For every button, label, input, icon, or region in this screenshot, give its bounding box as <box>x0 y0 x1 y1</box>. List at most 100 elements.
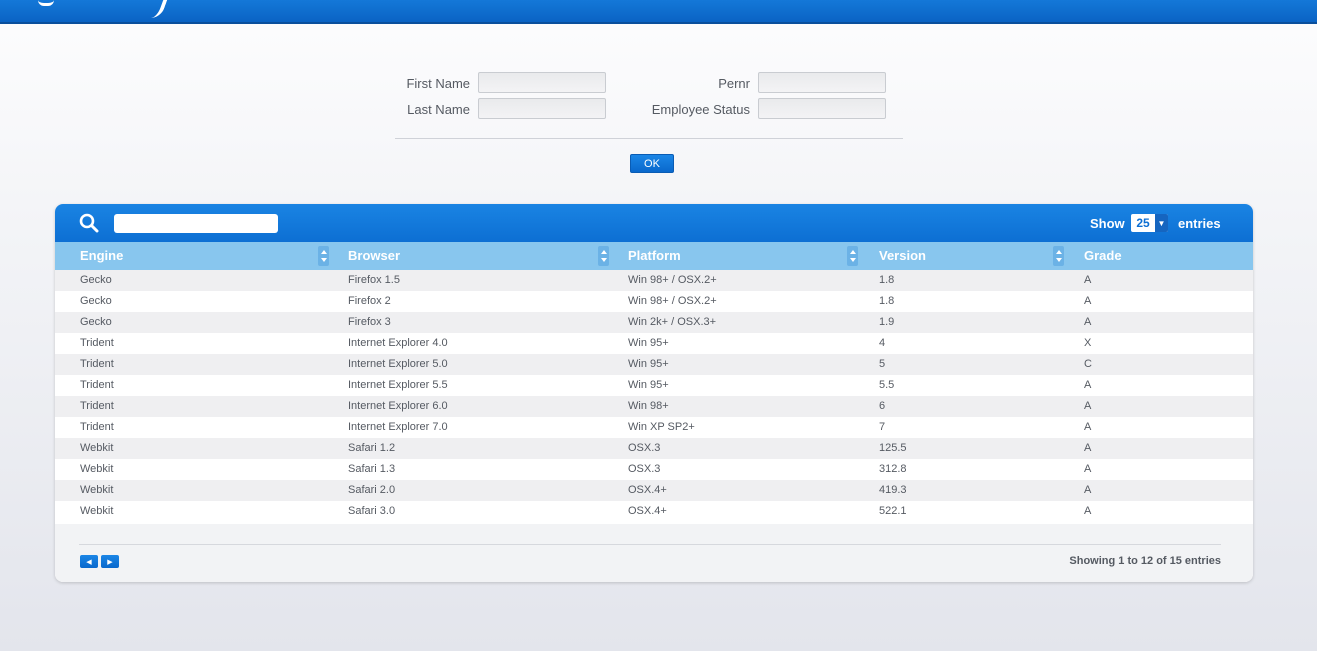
data-table-panel: Show 25 ▼ entries Engine Browser Platfor… <box>55 204 1253 582</box>
cell-browser: Internet Explorer 7.0 <box>348 421 448 433</box>
table-row[interactable]: Trident Internet Explorer 5.0 Win 95+ 5 C <box>55 354 1253 375</box>
cell-grade: A <box>1084 379 1092 391</box>
ok-button[interactable]: OK <box>630 154 674 173</box>
cell-version: 419.3 <box>879 484 907 496</box>
cell-engine: Webkit <box>80 505 114 517</box>
cell-grade: A <box>1084 463 1092 475</box>
cell-browser: Safari 2.0 <box>348 484 396 496</box>
cell-engine: Webkit <box>80 463 114 475</box>
cell-browser: Internet Explorer 4.0 <box>348 337 448 349</box>
cell-browser: Internet Explorer 5.0 <box>348 358 448 370</box>
employee-status-label: Employee Status <box>651 102 750 117</box>
cell-engine: Trident <box>80 421 114 433</box>
cell-engine: Gecko <box>80 295 112 307</box>
cell-browser: Safari 3.0 <box>348 505 396 517</box>
table-row[interactable]: Webkit Safari 1.2 OSX.3 125.5 A <box>55 438 1253 459</box>
cell-version: 6 <box>879 400 886 412</box>
cell-platform: Win 95+ <box>628 358 669 370</box>
cell-platform: OSX.3 <box>628 442 661 454</box>
logo-mark-stroke <box>146 0 168 18</box>
cell-platform: Win 2k+ / OSX.3+ <box>628 316 717 328</box>
cell-grade: A <box>1084 442 1092 454</box>
pernr-label: Pernr <box>718 76 750 91</box>
table-search-input[interactable] <box>114 214 278 233</box>
cell-engine: Trident <box>80 337 114 349</box>
cell-version: 1.8 <box>879 274 895 286</box>
cell-engine: Trident <box>80 358 114 370</box>
logo-mark <box>38 0 54 6</box>
table-info: Showing 1 to 12 of 15 entries <box>1069 555 1221 567</box>
cell-platform: Win 95+ <box>628 379 669 391</box>
column-header-browser[interactable]: Browser <box>348 242 400 270</box>
cell-platform: Win 98+ <box>628 400 669 412</box>
cell-engine: Webkit <box>80 442 114 454</box>
cell-browser: Internet Explorer 5.5 <box>348 379 448 391</box>
column-header-grade[interactable]: Grade <box>1084 242 1122 270</box>
cell-grade: A <box>1084 316 1092 328</box>
cell-browser: Firefox 3 <box>348 316 391 328</box>
footer-divider <box>79 544 1221 545</box>
sort-icon[interactable] <box>1053 246 1064 266</box>
cell-platform: Win 98+ / OSX.2+ <box>628 295 717 307</box>
last-name-field[interactable] <box>478 98 606 119</box>
table-body: Gecko Firefox 1.5 Win 98+ / OSX.2+ 1.8 A Geck… <box>55 270 1253 522</box>
column-header-version[interactable]: Version <box>879 242 926 270</box>
form-divider <box>395 138 903 139</box>
table-row[interactable]: Webkit Safari 3.0 OSX.4+ 522.1 A <box>55 501 1253 522</box>
sort-icon[interactable] <box>847 246 858 266</box>
table-row[interactable]: Trident Internet Explorer 5.5 Win 95+ 5.5 A <box>55 375 1253 396</box>
previous-page-icon[interactable]: ◀ <box>80 555 98 568</box>
table-row[interactable]: Trident Internet Explorer 6.0 Win 98+ 6 A <box>55 396 1253 417</box>
table-row[interactable]: Trident Internet Explorer 7.0 Win XP SP2+ 7… <box>55 417 1253 438</box>
table-footer: ◀ ▶ Showing 1 to 12 of 15 entries <box>55 524 1253 582</box>
cell-version: 5 <box>879 358 886 370</box>
table-row[interactable]: Trident Internet Explorer 4.0 Win 95+ 4 X <box>55 333 1253 354</box>
cell-version: 1.8 <box>879 295 895 307</box>
table-row[interactable]: Webkit Safari 1.3 OSX.3 312.8 A <box>55 459 1253 480</box>
cell-platform: OSX.4+ <box>628 505 667 517</box>
cell-version: 522.1 <box>879 505 907 517</box>
cell-version: 312.8 <box>879 463 907 475</box>
cell-grade: A <box>1084 295 1092 307</box>
table-row[interactable]: Gecko Firefox 1.5 Win 98+ / OSX.2+ 1.8 A <box>55 270 1253 291</box>
table-row[interactable]: Webkit Safari 2.0 OSX.4+ 419.3 A <box>55 480 1253 501</box>
cell-platform: Win XP SP2+ <box>628 421 695 433</box>
table-row[interactable]: Gecko Firefox 2 Win 98+ / OSX.2+ 1.8 A <box>55 291 1253 312</box>
cell-platform: Win 98+ / OSX.2+ <box>628 274 717 286</box>
sort-icon[interactable] <box>318 246 329 266</box>
top-banner <box>0 0 1317 24</box>
cell-browser: Firefox 1.5 <box>348 274 400 286</box>
page-length-select[interactable]: 25 ▼ <box>1131 214 1168 232</box>
cell-grade: A <box>1084 505 1092 517</box>
cell-engine: Gecko <box>80 274 112 286</box>
first-name-label: First Name <box>406 76 470 91</box>
cell-version: 7 <box>879 421 886 433</box>
table-toolbar: Show 25 ▼ entries <box>55 204 1253 242</box>
cell-version: 1.9 <box>879 316 895 328</box>
table-row[interactable]: Gecko Firefox 3 Win 2k+ / OSX.3+ 1.9 A <box>55 312 1253 333</box>
sort-icon[interactable] <box>598 246 609 266</box>
column-header-engine[interactable]: Engine <box>80 242 123 270</box>
cell-version: 125.5 <box>879 442 907 454</box>
cell-grade: X <box>1084 337 1092 349</box>
pernr-field[interactable] <box>758 72 886 93</box>
column-header-platform[interactable]: Platform <box>628 242 681 270</box>
cell-browser: Safari 1.3 <box>348 463 396 475</box>
search-icon[interactable] <box>79 213 99 233</box>
next-page-icon[interactable]: ▶ <box>101 555 119 568</box>
entries-label: entries <box>1178 216 1221 231</box>
last-name-label: Last Name <box>407 102 470 117</box>
first-name-field[interactable] <box>478 72 606 93</box>
cell-version: 5.5 <box>879 379 895 391</box>
cell-grade: A <box>1084 400 1092 412</box>
cell-platform: OSX.3 <box>628 463 661 475</box>
cell-browser: Internet Explorer 6.0 <box>348 400 448 412</box>
cell-platform: OSX.4+ <box>628 484 667 496</box>
cell-grade: A <box>1084 274 1092 286</box>
cell-engine: Trident <box>80 400 114 412</box>
cell-grade: A <box>1084 421 1092 433</box>
cell-platform: Win 95+ <box>628 337 669 349</box>
cell-browser: Firefox 2 <box>348 295 391 307</box>
employee-status-field[interactable] <box>758 98 886 119</box>
cell-engine: Webkit <box>80 484 114 496</box>
